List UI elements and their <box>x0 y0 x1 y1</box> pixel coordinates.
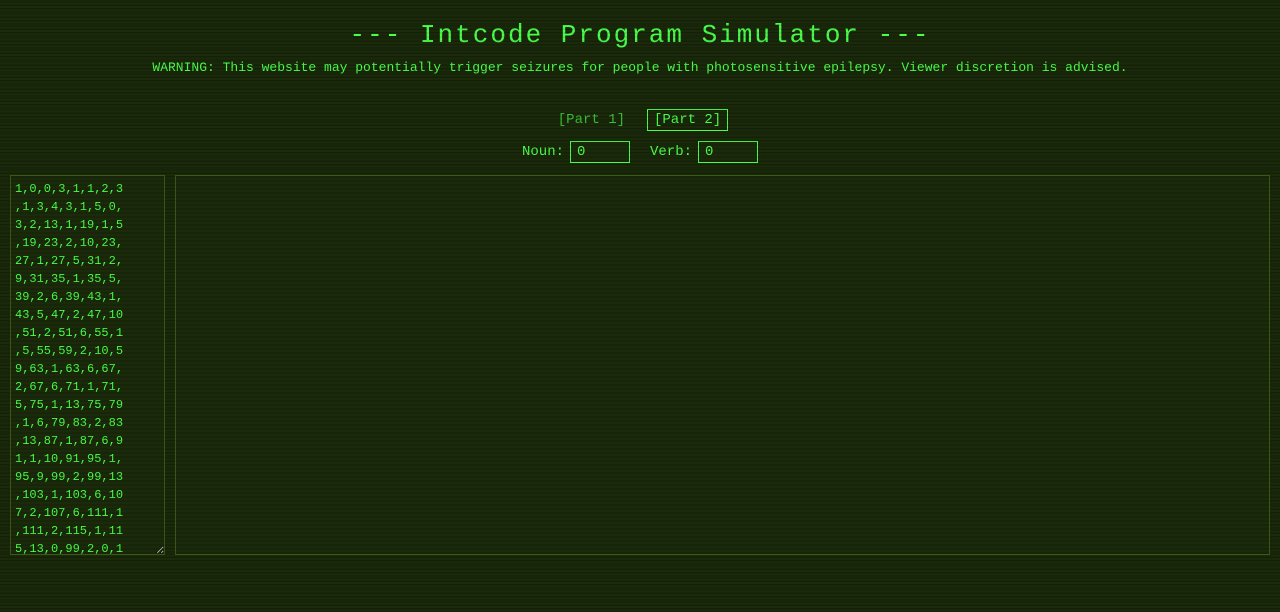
header: --- Intcode Program Simulator --- WARNIN… <box>0 0 1280 95</box>
warning-text: WARNING: This website may potentially tr… <box>40 60 1240 75</box>
tab-part1[interactable]: [Part 1] <box>552 110 631 130</box>
inputs-row: Noun: Verb: <box>0 141 1280 163</box>
verb-label: Verb: <box>650 144 692 160</box>
code-textarea[interactable]: 1,0,0,3,1,1,2,3 ,1,3,4,3,1,5,0, 3,2,13,1… <box>10 175 165 555</box>
output-area <box>175 175 1270 555</box>
noun-group: Noun: <box>522 141 630 163</box>
noun-input[interactable] <box>570 141 630 163</box>
tabs-container: [Part 1] [Part 2] <box>0 109 1280 131</box>
tab-part2[interactable]: [Part 2] <box>647 109 728 131</box>
main-area: 1,0,0,3,1,1,2,3 ,1,3,4,3,1,5,0, 3,2,13,1… <box>10 175 1270 575</box>
noun-label: Noun: <box>522 144 564 160</box>
page-title: --- Intcode Program Simulator --- <box>0 20 1280 50</box>
verb-group: Verb: <box>650 141 758 163</box>
verb-input[interactable] <box>698 141 758 163</box>
